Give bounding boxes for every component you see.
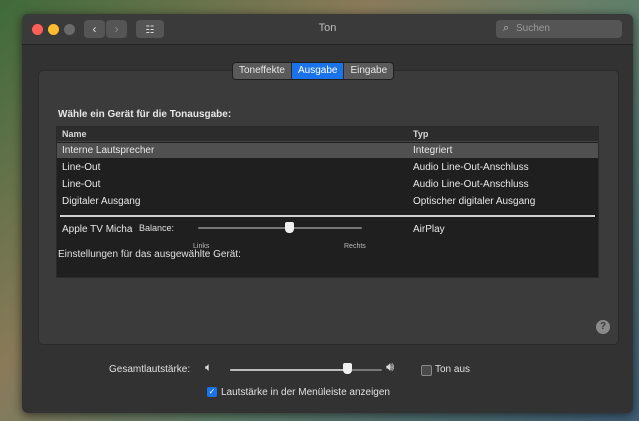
tab-toneffekte[interactable]: Toneffekte (233, 63, 292, 79)
help-icon: ? (599, 321, 607, 332)
row-separator (60, 215, 595, 217)
column-header-name[interactable]: Name (62, 129, 87, 139)
help-button[interactable]: ? (596, 320, 610, 334)
device-name: Line-Out (62, 179, 101, 190)
title-bar: ‹ › ☷ Ton ⌕ Suchen (22, 14, 633, 45)
search-placeholder: Suchen (516, 23, 550, 34)
show-in-menubar-checkbox[interactable]: ✓ (207, 387, 217, 397)
output-panel: Wähle ein Gerät für die Tonausgabe: Name… (38, 70, 619, 345)
device-type: AirPlay (413, 224, 445, 235)
balance-right-label: Rechts (344, 243, 366, 250)
balance-label: Balance: (139, 223, 175, 233)
table-row[interactable]: Line-Out Audio Line-Out-Anschluss (57, 160, 598, 175)
speaker-low-icon: 🔈︎ (205, 360, 213, 374)
tab-eingabe[interactable]: Eingabe (344, 63, 394, 79)
show-in-menubar-label: Lautstärke in der Menüleiste anzeigen (221, 387, 390, 398)
checkmark-icon: ✓ (208, 387, 216, 396)
device-type: Integriert (413, 145, 453, 156)
device-type: Optischer digitaler Ausgang (413, 196, 536, 207)
volume-label: Gesamtlautstärke: (109, 364, 191, 375)
volume-slider-fill (230, 369, 348, 371)
table-row[interactable]: Interne Lautsprecher Integriert (57, 143, 598, 158)
balance-left-label: Links (193, 243, 210, 250)
output-heading: Wähle ein Gerät für die Tonausgabe: (58, 109, 232, 120)
sound-preferences-window: ‹ › ☷ Ton ⌕ Suchen Toneffekte Ausgabe Ei… (22, 14, 633, 413)
tab-bar: Toneffekte Ausgabe Eingabe (232, 62, 395, 80)
mute-checkbox[interactable] (421, 365, 432, 376)
settings-heading: Einstellungen für das ausgewählte Gerät: (58, 249, 241, 260)
device-type: Audio Line-Out-Anschluss (413, 179, 529, 190)
mute-label: Ton aus (435, 364, 471, 375)
search-icon: ⌕ (503, 22, 510, 34)
tab-ausgabe[interactable]: Ausgabe (291, 63, 345, 79)
speaker-high-icon: 🔊︎ (386, 359, 395, 374)
device-name: Line-Out (62, 162, 101, 173)
balance-slider[interactable] (198, 227, 362, 229)
table-header: Name Typ (57, 127, 598, 142)
balance-slider-knob[interactable] (285, 222, 294, 233)
device-name: Interne Lautsprecher (62, 145, 155, 156)
device-name: Apple TV Micha (62, 224, 133, 235)
column-header-type[interactable]: Typ (413, 129, 428, 139)
table-row[interactable]: Digitaler Ausgang Optischer digitaler Au… (57, 194, 598, 209)
search-field[interactable]: ⌕ Suchen (496, 20, 622, 38)
device-name: Digitaler Ausgang (62, 196, 141, 207)
table-row[interactable]: Line-Out Audio Line-Out-Anschluss (57, 177, 598, 192)
device-type: Audio Line-Out-Anschluss (413, 162, 529, 173)
volume-slider-knob[interactable] (343, 363, 352, 374)
